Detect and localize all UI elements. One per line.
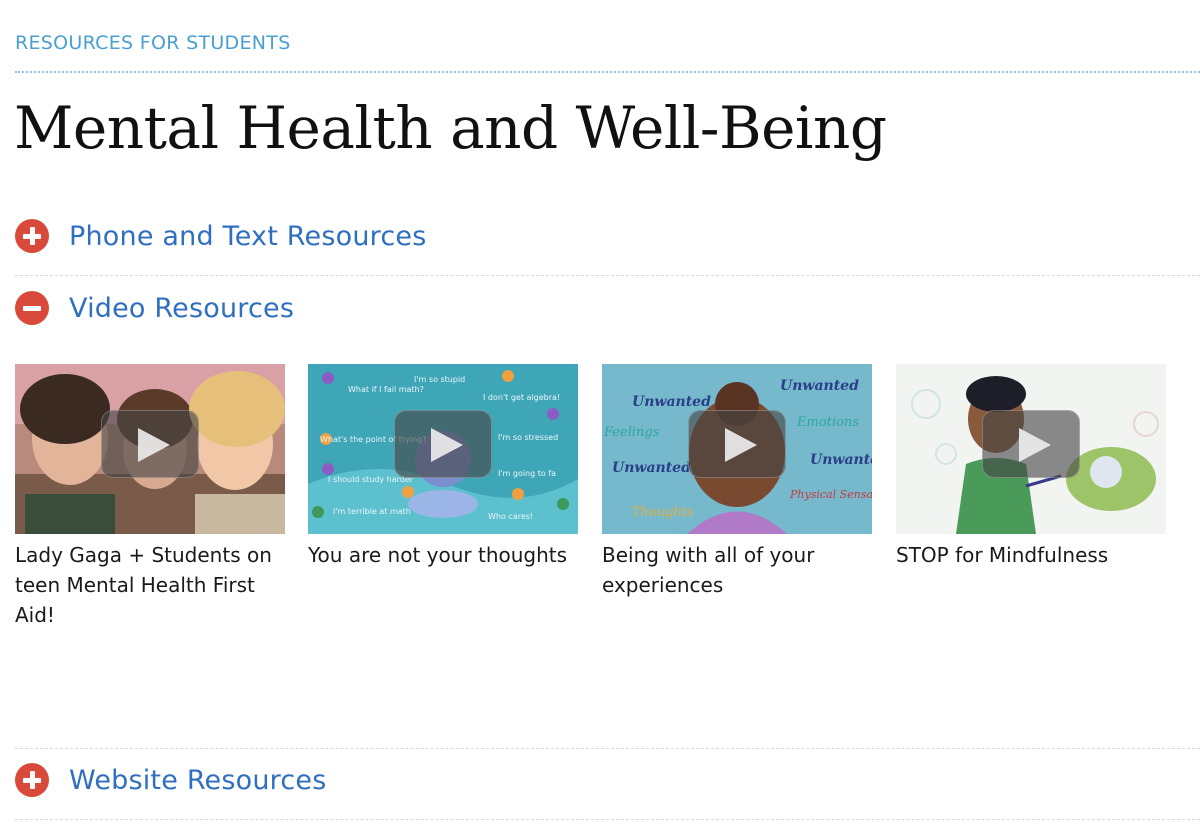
accordion-video: Video Resources bbox=[15, 288, 1200, 328]
plus-icon bbox=[15, 763, 49, 797]
accordion-toggle-video[interactable]: Video Resources bbox=[15, 288, 1200, 328]
thumbnail-text: Unwanted bbox=[612, 460, 691, 476]
accordion-label: Video Resources bbox=[69, 292, 295, 324]
accordion-toggle-phone-text[interactable]: Phone and Text Resources bbox=[15, 216, 1200, 256]
video-thumbnail[interactable]: What if I fail math? I'm so stupid I don… bbox=[308, 364, 578, 534]
video-title[interactable]: Lady Gaga + Students on teen Mental Heal… bbox=[15, 540, 287, 630]
thumbnail-text: I'm so stupid bbox=[414, 375, 465, 384]
thumbnail-text: I'm going to fa bbox=[498, 469, 556, 478]
video-title[interactable]: You are not your thoughts bbox=[308, 540, 580, 570]
video-card[interactable]: What if I fail math? I'm so stupid I don… bbox=[308, 364, 578, 570]
section-divider bbox=[15, 275, 1200, 276]
thumbnail-text: Physical Sensations bbox=[789, 488, 872, 501]
section-divider bbox=[15, 819, 1200, 820]
minus-icon bbox=[15, 291, 49, 325]
thumbnail-text: I don't get algebra! bbox=[483, 393, 560, 402]
thumbnail-text: What if I fail math? bbox=[348, 385, 424, 394]
video-card[interactable]: STOP for Mindfulness bbox=[896, 364, 1166, 570]
play-icon[interactable] bbox=[394, 410, 492, 478]
thumbnail-text: Thoughts bbox=[632, 505, 694, 520]
eyebrow-divider bbox=[15, 71, 1200, 73]
thumbnail-text: Emotions bbox=[796, 415, 859, 430]
video-thumbnail[interactable] bbox=[15, 364, 285, 534]
video-title[interactable]: STOP for Mindfulness bbox=[896, 540, 1168, 570]
thumbnail-text: Feelings bbox=[603, 425, 660, 440]
accordion-label: Website Resources bbox=[69, 764, 327, 796]
video-thumbnail[interactable]: Unwanted Unwanted Feelings Emotions Unwa… bbox=[602, 364, 872, 534]
thumbnail-text: I'm so stressed bbox=[498, 433, 558, 442]
video-card[interactable]: Unwanted Unwanted Feelings Emotions Unwa… bbox=[602, 364, 872, 600]
section-divider bbox=[15, 748, 1200, 749]
thumbnail-text: I'm terrible at math bbox=[333, 507, 411, 516]
play-icon[interactable] bbox=[982, 410, 1080, 478]
thumbnail-text: Who cares! bbox=[488, 512, 533, 521]
thumbnail-text: Unwanted bbox=[632, 394, 711, 410]
eyebrow-label: RESOURCES FOR STUDENTS bbox=[15, 32, 291, 54]
accordion-website: Website Resources bbox=[15, 760, 1200, 800]
video-title[interactable]: Being with all of your experiences bbox=[602, 540, 874, 600]
accordion-toggle-website[interactable]: Website Resources bbox=[15, 760, 1200, 800]
play-icon[interactable] bbox=[101, 410, 199, 478]
accordion-phone-text: Phone and Text Resources bbox=[15, 216, 1200, 256]
thumbnail-text: Unwanted bbox=[780, 378, 859, 394]
play-icon[interactable] bbox=[688, 410, 786, 478]
accordion-label: Phone and Text Resources bbox=[69, 220, 427, 252]
page-title: Mental Health and Well-Being bbox=[14, 94, 887, 162]
video-thumbnail[interactable] bbox=[896, 364, 1166, 534]
thumbnail-text: Unwanted bbox=[810, 452, 872, 468]
video-card[interactable]: Lady Gaga + Students on teen Mental Heal… bbox=[15, 364, 285, 630]
plus-icon bbox=[15, 219, 49, 253]
